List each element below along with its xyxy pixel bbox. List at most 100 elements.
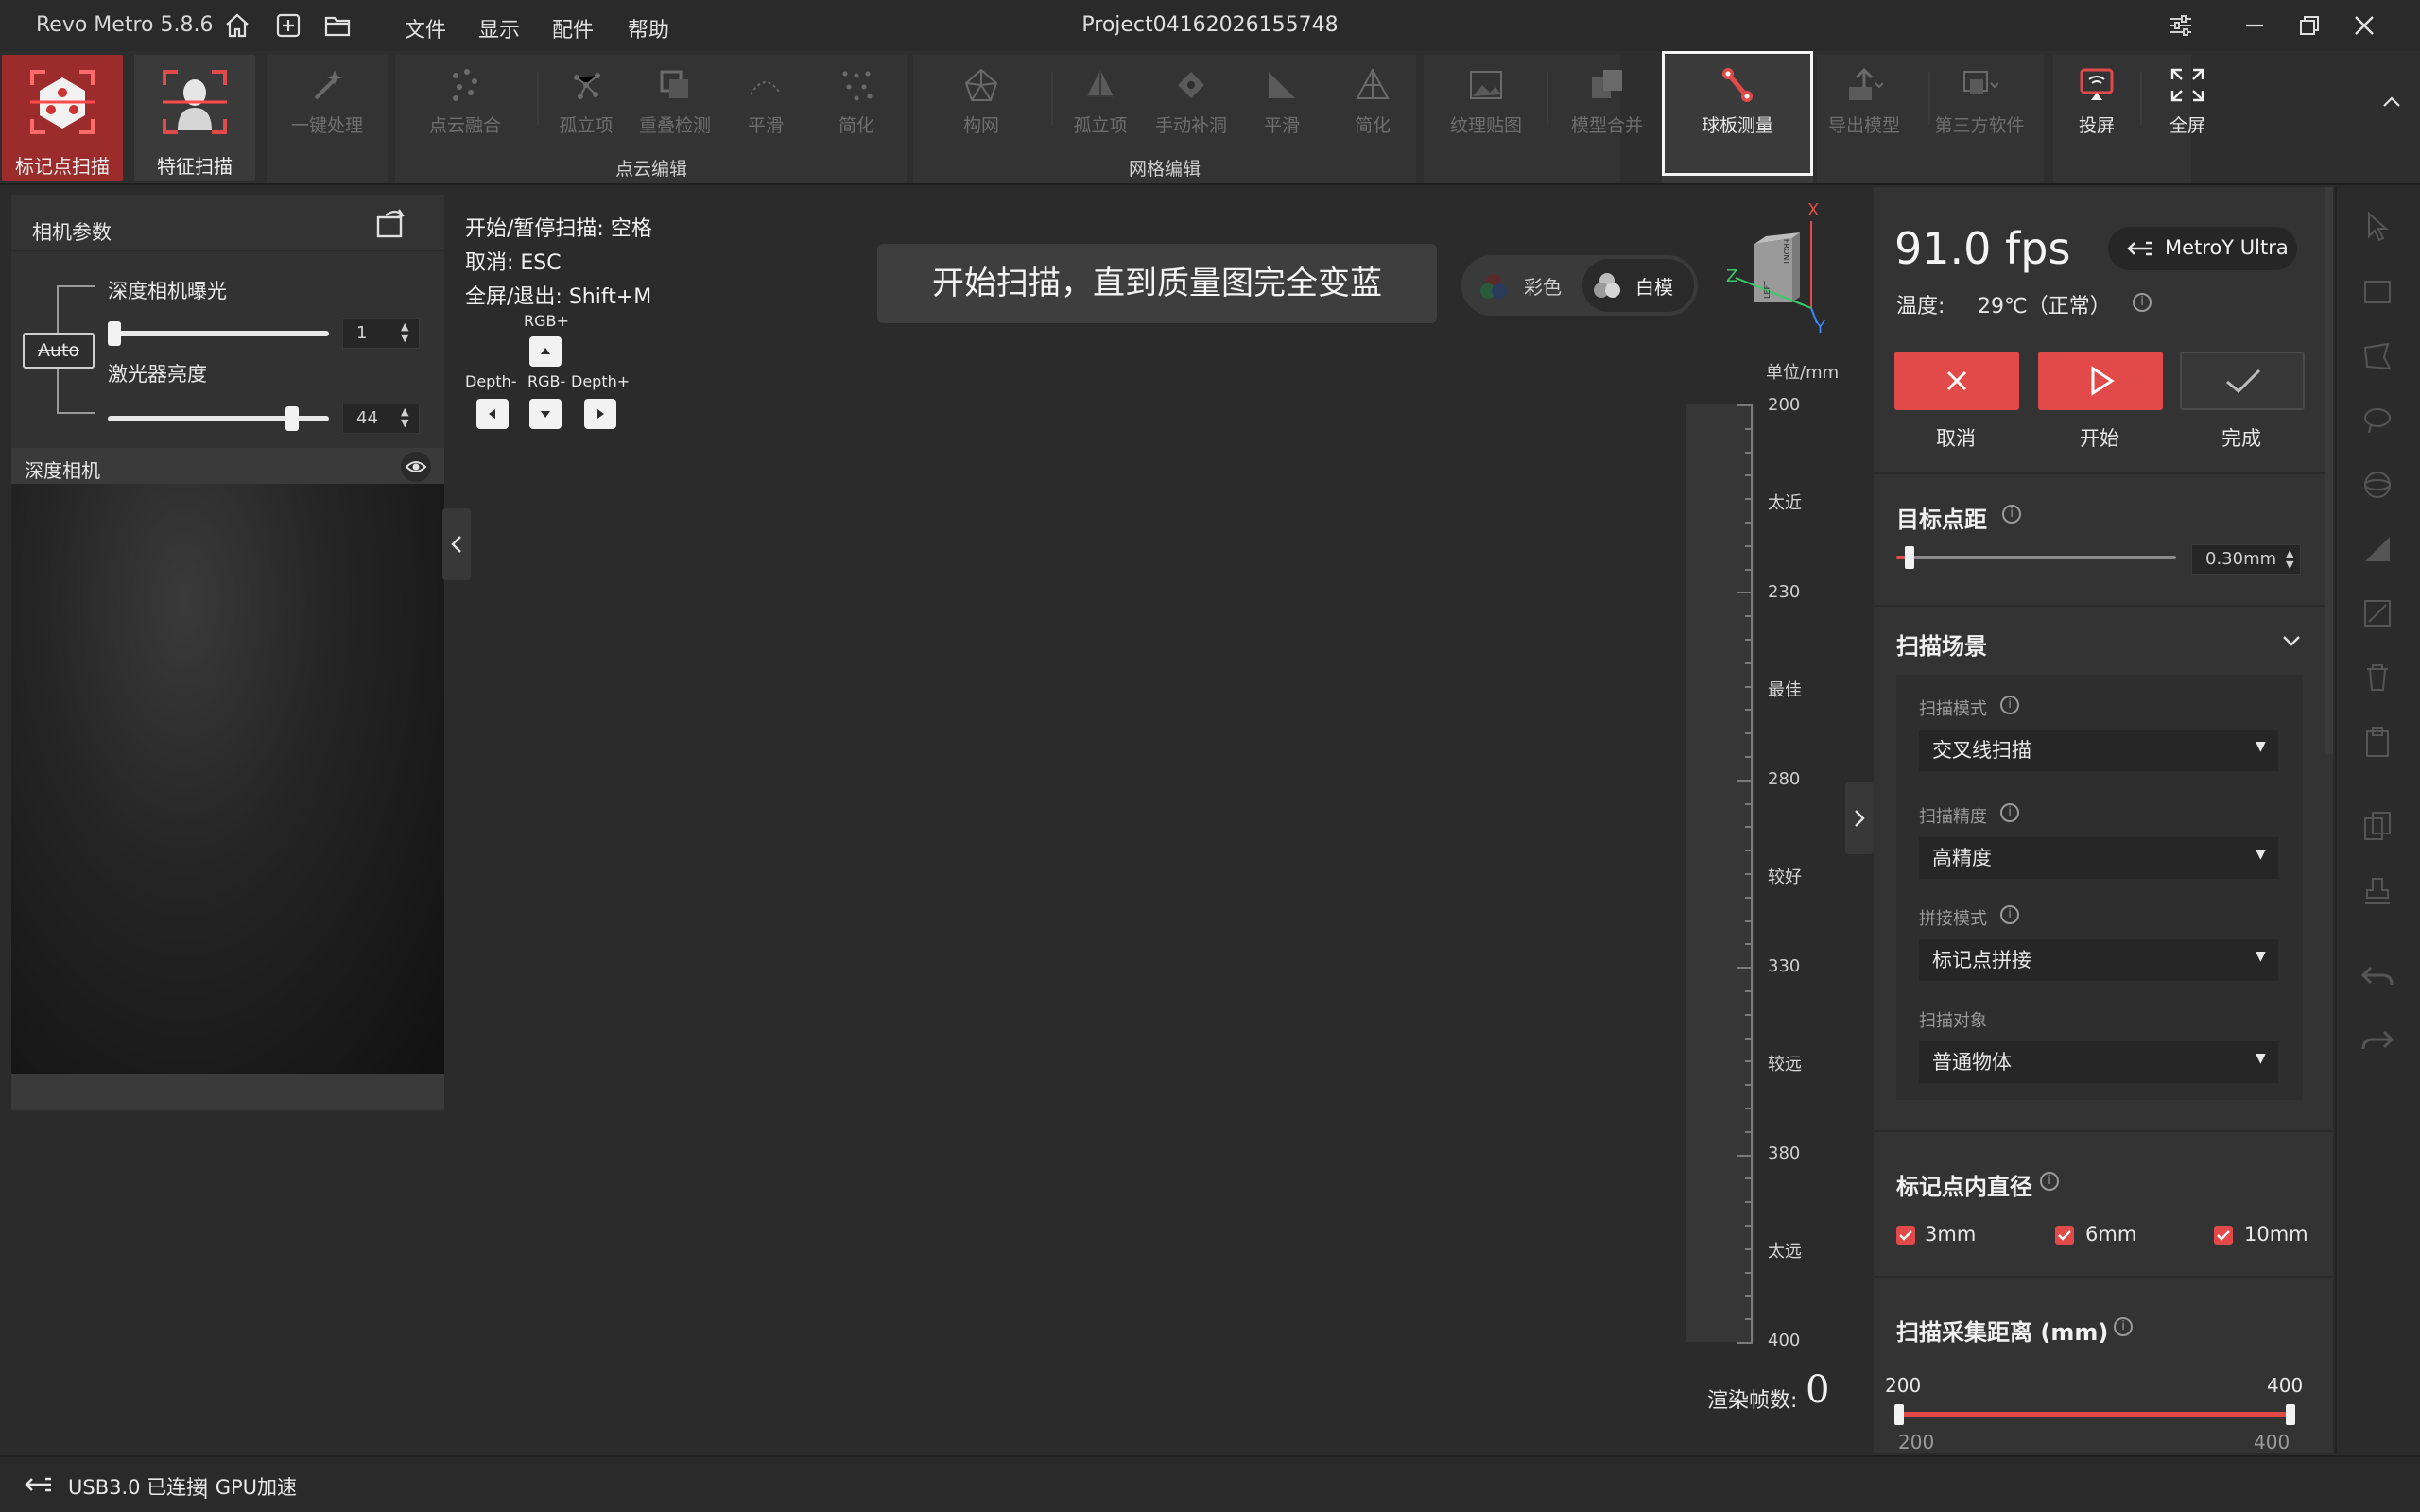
ruler-tick-mark (1745, 522, 1753, 524)
collapse-toolbar-icon[interactable] (2380, 91, 2403, 113)
chevron-down-icon[interactable] (2278, 627, 2305, 654)
color-mode-label[interactable]: 彩色 (1524, 272, 1562, 300)
delete-icon[interactable] (2360, 660, 2395, 696)
distance-low-thumb[interactable] (1894, 1404, 1904, 1425)
divider (1874, 1276, 2333, 1278)
select-cursor-icon[interactable] (2360, 208, 2395, 244)
mesh-simplify-button[interactable]: 简化 (1325, 62, 1420, 138)
rgb-plus-key[interactable] (529, 336, 562, 367)
copy-icon[interactable] (2360, 809, 2395, 845)
stitch-mode-dropdown[interactable]: 标记点拼接 (1919, 939, 2278, 981)
ruler-tick-mark (1745, 451, 1753, 454)
scan-object-dropdown[interactable]: 普通物体 (1919, 1041, 2278, 1083)
ruler-tick-mark (1745, 919, 1753, 922)
cancel-button[interactable] (1894, 352, 2019, 410)
texture-button[interactable]: 纹理贴图 (1439, 62, 1533, 138)
collapse-right-panel-button[interactable] (1845, 782, 1874, 854)
render-mode-switch[interactable]: 彩色 白模 (1461, 255, 1698, 316)
merge-button[interactable]: 模型合并 (1560, 62, 1654, 138)
laser-brightness-label: 激光器亮度 (108, 363, 207, 386)
connection-status: USB3.0 已连接 (68, 1476, 207, 1499)
usb-connection-icon (25, 1477, 51, 1492)
clip-icon[interactable] (2360, 724, 2395, 760)
target-spacing-slider[interactable] (1896, 556, 2176, 559)
dropdown-arrow-icon[interactable]: ▼ (2256, 847, 2266, 862)
axis-gizmo[interactable]: X Z Y FRONT LEFT (1726, 198, 1840, 340)
spin-arrows-icon[interactable]: ▲ ▼ (401, 321, 408, 344)
info-icon[interactable]: i (2133, 293, 2152, 312)
export-button[interactable]: 导出模型 (1817, 62, 1911, 138)
ruler-tick-mark (1745, 873, 1753, 875)
info-icon[interactable]: i (2114, 1317, 2133, 1336)
divider (1874, 472, 2333, 474)
ruler-tick-mark (1745, 990, 1753, 992)
settings-sliders-icon[interactable] (2167, 11, 2195, 40)
lasso-select-icon[interactable] (2360, 403, 2395, 438)
camera-params-title: 相机参数 (32, 221, 112, 244)
dropdown-arrow-icon[interactable]: ▼ (2256, 949, 2266, 964)
export-icon (1849, 67, 1883, 100)
start-button[interactable] (2038, 352, 2163, 410)
collapse-left-panel-button[interactable] (442, 508, 471, 580)
distance-range-slider[interactable] (1898, 1412, 2291, 1418)
info-icon[interactable]: i (2000, 803, 2019, 822)
close-icon[interactable] (2350, 11, 2378, 40)
spin-arrows-icon[interactable]: ▲ ▼ (2286, 548, 2293, 571)
pc-fusion-button[interactable]: 点云融合 (418, 62, 512, 138)
marker-6mm-checkbox[interactable] (2055, 1226, 2074, 1245)
redo-icon[interactable] (2360, 1022, 2395, 1058)
laser-brightness-thumb[interactable] (285, 406, 299, 431)
done-button[interactable] (2180, 352, 2305, 410)
info-icon[interactable]: i (2002, 505, 2021, 524)
restore-icon[interactable] (2295, 11, 2324, 40)
device-selector[interactable]: MetroY Ultra (2108, 227, 2297, 270)
scan-object-label: 扫描对象 (1919, 1011, 1987, 1031)
marker-scan-button[interactable]: 标记点扫描 (2, 55, 123, 181)
ruler-tick-mark (1745, 639, 1753, 641)
feature-scan-button[interactable]: 特征扫描 (134, 55, 255, 181)
info-icon[interactable]: i (2000, 696, 2019, 714)
distance-high-value: 400 (2254, 1431, 2290, 1453)
undo-icon[interactable] (2360, 958, 2395, 994)
minimize-icon[interactable] (2240, 11, 2269, 40)
polygon-select-icon[interactable] (2360, 338, 2395, 374)
dropdown-arrow-icon[interactable]: ▼ (2256, 739, 2266, 754)
depth-plus-key[interactable] (584, 399, 616, 429)
invert-select-icon[interactable] (2360, 595, 2395, 631)
stamp-icon[interactable] (2360, 873, 2395, 909)
spin-arrows-icon[interactable]: ▲ ▼ (401, 406, 408, 429)
rect-select-icon[interactable] (2360, 274, 2395, 310)
precision-dropdown[interactable]: 高精度 (1919, 837, 2278, 879)
precision-label: 扫描精度 (1919, 807, 1987, 827)
fullscreen-button[interactable]: 全屏 (2140, 62, 2235, 138)
marker-10mm-checkbox[interactable] (2214, 1226, 2233, 1245)
depth-exposure-thumb[interactable] (108, 321, 121, 346)
dropdown-arrow-icon[interactable]: ▼ (2256, 1051, 2266, 1066)
reset-params-icon[interactable] (372, 206, 408, 242)
auto-toggle-button[interactable]: Auto (23, 333, 95, 369)
mesh-build-button[interactable]: 构网 (934, 62, 1028, 138)
depth-minus-key[interactable] (476, 399, 509, 429)
one-click-button[interactable]: 一键处理 (280, 62, 374, 138)
marker-10mm-label: 10mm (2244, 1223, 2308, 1246)
target-spacing-spinbox[interactable]: 0.30mm (2191, 544, 2301, 575)
pc-simplify-button[interactable]: 简化 (809, 62, 904, 138)
third-party-button[interactable]: 第三方软件 (1932, 62, 2027, 138)
scan-scene-title: 扫描场景 (1896, 633, 1987, 660)
distance-high-thumb[interactable] (2286, 1404, 2295, 1425)
marker-3mm-checkbox[interactable] (1896, 1226, 1915, 1245)
depth-exposure-slider[interactable] (108, 331, 329, 336)
right-panel-scrollbar[interactable] (2325, 187, 2333, 754)
scan-mode-dropdown[interactable]: 交叉线扫描 (1919, 730, 2278, 771)
third-party-icon (1963, 71, 1998, 94)
info-icon[interactable]: i (2000, 905, 2019, 924)
plane-select-icon[interactable] (2360, 531, 2395, 567)
target-spacing-thumb[interactable] (1904, 546, 1914, 569)
eye-icon[interactable] (401, 452, 431, 482)
sphere-select-icon[interactable] (2360, 467, 2395, 503)
info-icon[interactable]: i (2040, 1172, 2059, 1191)
ruler-tick-mark (1745, 544, 1753, 547)
white-mode-selected[interactable]: 白模 (1582, 259, 1694, 312)
ball-plate-button[interactable]: 球板测量 (1690, 62, 1785, 138)
rgb-minus-key[interactable] (529, 399, 562, 429)
